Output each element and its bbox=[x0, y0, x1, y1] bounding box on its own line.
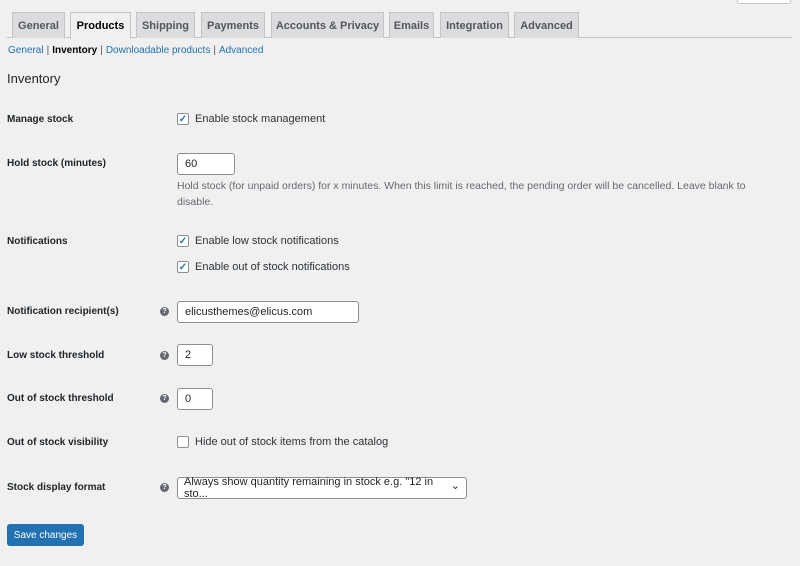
stock-display-format-select[interactable]: Always show quantity remaining in stock … bbox=[177, 476, 467, 500]
low-stock-threshold-input[interactable]: 2 bbox=[177, 344, 213, 366]
out-of-stock-threshold-label: Out of stock threshold bbox=[7, 393, 114, 404]
save-changes-button[interactable]: Save changes bbox=[7, 524, 84, 546]
select-value: Always show quantity remaining in stock … bbox=[184, 476, 434, 500]
help-icon[interactable]: ? bbox=[160, 483, 169, 492]
section-title: Inventory bbox=[7, 71, 61, 86]
tab-integration[interactable]: Integration bbox=[440, 12, 509, 38]
tab-products[interactable]: Products bbox=[70, 12, 131, 39]
tab-shipping[interactable]: Shipping bbox=[136, 12, 195, 38]
hide-out-of-stock-checkbox[interactable]: Hide out of stock items from the catalog bbox=[177, 436, 388, 448]
help-icon[interactable]: ? bbox=[160, 351, 169, 360]
out-of-stock-threshold-input[interactable]: 0 bbox=[177, 388, 213, 410]
manage-stock-checkbox[interactable]: ✓ Enable stock management bbox=[177, 113, 325, 125]
tab-emails[interactable]: Emails bbox=[389, 12, 434, 38]
tab-accounts-privacy[interactable]: Accounts & Privacy bbox=[271, 12, 384, 38]
manage-stock-label: Manage stock bbox=[7, 114, 74, 125]
subnav-inventory: Inventory bbox=[52, 45, 98, 56]
screen-options-button[interactable] bbox=[737, 0, 791, 4]
out-of-stock-visibility-label: Out of stock visibility bbox=[7, 437, 109, 448]
checkbox-label: Enable low stock notifications bbox=[195, 235, 339, 247]
chevron-down-icon: ⌄ bbox=[450, 480, 460, 492]
checkbox-label: Hide out of stock items from the catalog bbox=[195, 436, 389, 448]
check-icon: ✓ bbox=[177, 113, 189, 125]
recipient-input[interactable]: elicusthemes@elicus.com bbox=[177, 301, 359, 323]
subnav-downloadable-products[interactable]: Downloadable products bbox=[106, 45, 211, 56]
separator: | bbox=[100, 45, 103, 56]
tab-general[interactable]: General bbox=[12, 12, 65, 38]
help-icon[interactable]: ? bbox=[160, 307, 169, 316]
subsection-nav: General | Inventory | Downloadable product… bbox=[8, 45, 263, 56]
out-of-stock-notifications-checkbox[interactable]: ✓ Enable out of stock notifications bbox=[177, 261, 350, 273]
checkbox-label: Enable out of stock notifications bbox=[195, 261, 350, 273]
recipient-label: Notification recipient(s) bbox=[7, 306, 119, 317]
notifications-label: Notifications bbox=[7, 236, 68, 247]
checkbox-label: Enable stock management bbox=[195, 113, 326, 125]
checkbox-box bbox=[177, 436, 189, 448]
check-icon: ✓ bbox=[177, 261, 189, 273]
tab-payments[interactable]: Payments bbox=[201, 12, 265, 38]
check-icon: ✓ bbox=[177, 235, 189, 247]
hold-stock-input[interactable]: 60 bbox=[177, 153, 235, 175]
subnav-advanced[interactable]: Advanced bbox=[219, 45, 263, 56]
help-icon[interactable]: ? bbox=[160, 394, 169, 403]
stock-display-format-label: Stock display format bbox=[7, 482, 106, 493]
low-stock-notifications-checkbox[interactable]: ✓ Enable low stock notifications bbox=[177, 235, 339, 247]
tab-advanced[interactable]: Advanced bbox=[514, 12, 579, 38]
separator: | bbox=[213, 45, 216, 56]
separator: | bbox=[46, 45, 50, 56]
hold-stock-description: Hold stock (for unpaid orders) for x min… bbox=[177, 180, 746, 208]
subnav-general[interactable]: General bbox=[8, 45, 44, 56]
hold-stock-label: Hold stock (minutes) bbox=[7, 158, 106, 169]
low-stock-threshold-label: Low stock threshold bbox=[7, 350, 105, 361]
